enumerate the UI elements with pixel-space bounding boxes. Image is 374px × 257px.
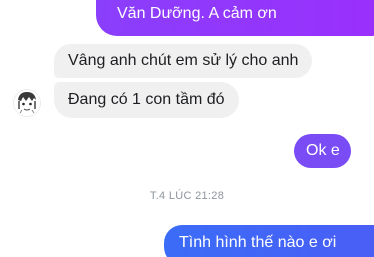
outgoing-message-bubble[interactable]: Tình hình thế nào e ơi	[164, 225, 374, 257]
outgoing-message-bubble[interactable]: Văn Dưỡng. A cảm ơn	[96, 0, 374, 36]
chat-thread: Văn Dưỡng. A cảm ơn Vâng anh chút em sử …	[0, 0, 374, 257]
incoming-message-bubble[interactable]: Vâng anh chút em sử lý cho anh	[54, 44, 313, 78]
cartoon-face-avatar-icon	[13, 89, 41, 117]
outgoing-message-bubble[interactable]: Ok e	[294, 134, 351, 168]
message-timestamp: T.4 LÚC 21:28	[149, 190, 225, 202]
incoming-message-bubble[interactable]: Đang có 1 con tầm đó	[54, 82, 239, 118]
sender-avatar-icon[interactable]	[13, 89, 41, 117]
